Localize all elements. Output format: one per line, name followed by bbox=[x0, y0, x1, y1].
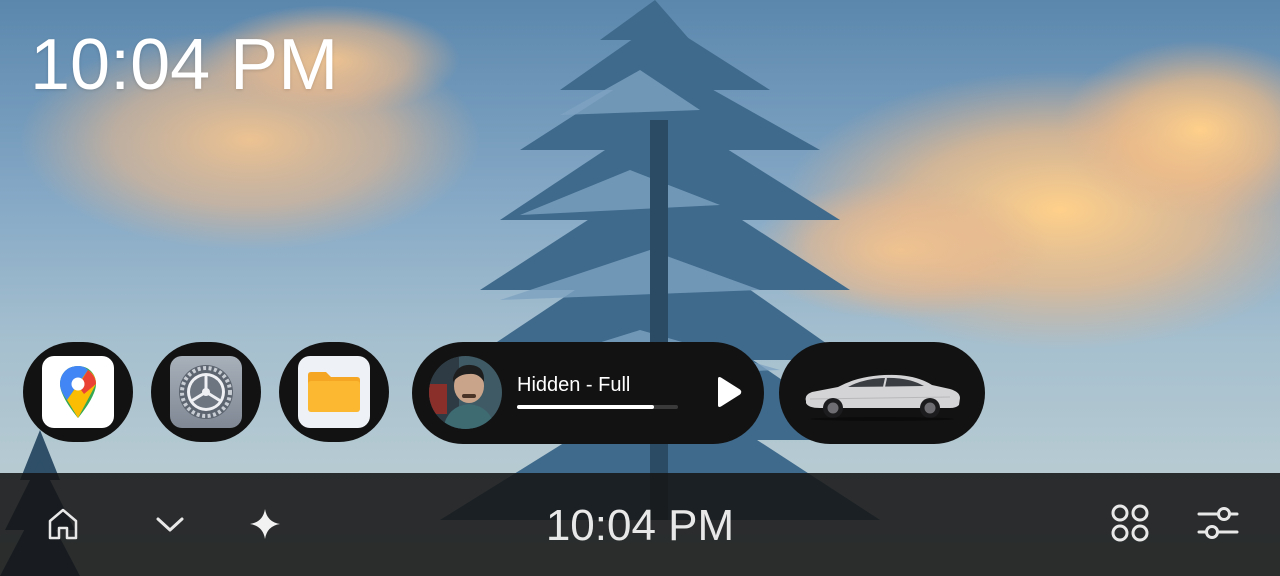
app-grid-icon bbox=[1111, 504, 1149, 542]
google-maps-icon bbox=[42, 356, 114, 428]
app-settings-button[interactable] bbox=[151, 342, 261, 442]
app-maps-button[interactable] bbox=[23, 342, 133, 442]
taskbar-clock: 10:04 PM bbox=[545, 501, 735, 550]
home-clock: 10:04 PM bbox=[30, 25, 339, 105]
album-art-avatar bbox=[429, 356, 502, 429]
folder-icon bbox=[298, 356, 370, 428]
track-title: Hidden - Full bbox=[517, 374, 631, 396]
settings-gear-icon bbox=[170, 356, 242, 428]
play-icon bbox=[718, 377, 742, 407]
play-button[interactable] bbox=[712, 375, 744, 409]
media-widget[interactable]: Hidden - Full bbox=[412, 342, 764, 444]
vehicle-widget[interactable] bbox=[779, 342, 985, 444]
media-progress-bar[interactable] bbox=[517, 405, 678, 409]
quick-settings-button[interactable] bbox=[1192, 499, 1244, 547]
taskbar: 10:04 PM bbox=[0, 473, 1280, 576]
car-icon bbox=[805, 374, 960, 421]
media-progress-fill bbox=[517, 405, 654, 409]
sliders-icon bbox=[1197, 507, 1239, 539]
app-files-button[interactable] bbox=[279, 342, 389, 442]
app-grid-button[interactable] bbox=[1106, 499, 1154, 547]
